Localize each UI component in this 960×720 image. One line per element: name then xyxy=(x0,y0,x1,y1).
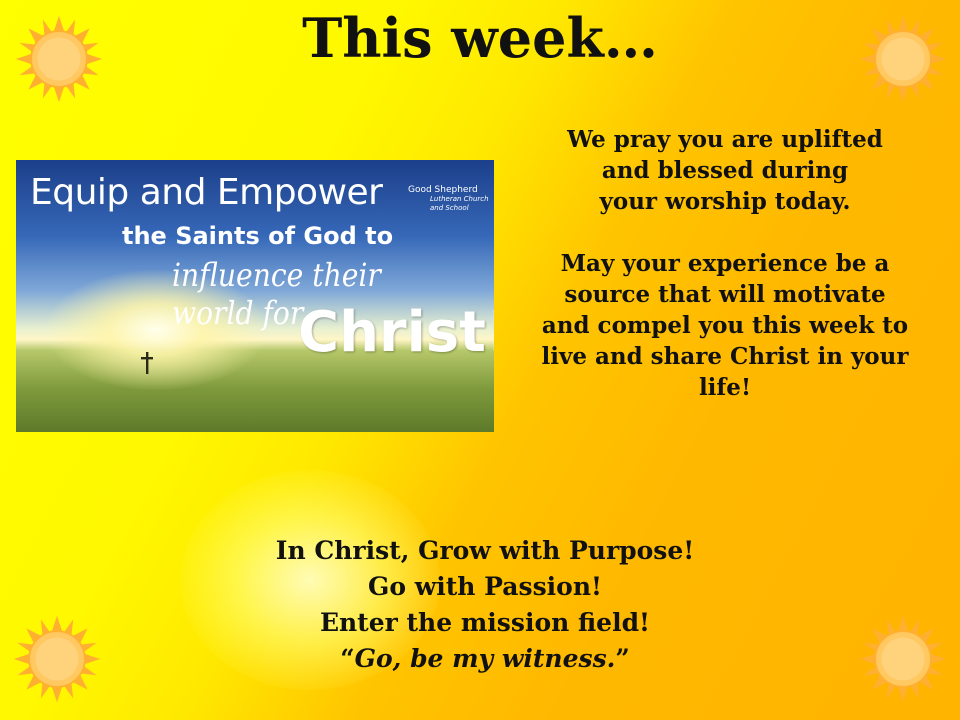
banner-line-2: the Saints of God to xyxy=(122,222,394,250)
message-block: We pray you are uplifted and blessed dur… xyxy=(505,124,945,403)
sun-icon xyxy=(859,615,947,703)
message-line: live and share Christ in your xyxy=(541,343,909,370)
message-line: your worship today. xyxy=(599,188,851,215)
message-line: and compel you this week to xyxy=(541,312,909,339)
church-logo: Good Shepherd Lutheran Church and School xyxy=(408,186,494,213)
banner-image: Equip and Empower the Saints of God to i… xyxy=(16,160,494,432)
message-line: May your experience be a xyxy=(560,250,890,277)
quote-open: “ xyxy=(340,644,355,673)
message-line: and blessed during xyxy=(601,157,849,184)
cross-icon xyxy=(141,352,153,374)
banner-line-4: Christ! xyxy=(298,300,494,365)
closing-quote: “Go, be my witness.” xyxy=(170,641,800,677)
quote-close: ” xyxy=(615,644,630,673)
closing-line-2: Go with Passion! xyxy=(368,572,602,601)
closing-line-1: In Christ, Grow with Purpose! xyxy=(275,536,695,565)
message-line: We pray you are uplifted xyxy=(567,126,883,153)
message-line: life! xyxy=(698,374,752,401)
sun-icon xyxy=(13,615,101,703)
closing-block: In Christ, Grow with Purpose! Go with Pa… xyxy=(170,533,800,677)
logo-subtitle: Lutheran Church and School xyxy=(430,195,489,212)
closing-line-3: Enter the mission field! xyxy=(319,608,651,637)
banner-line-1: Equip and Empower xyxy=(30,172,383,213)
message-line: source that will motivate xyxy=(564,281,886,308)
quote-text: Go, be my witness. xyxy=(354,644,616,673)
logo-name: Good Shepherd xyxy=(408,185,478,195)
slide-title: This week… xyxy=(302,6,658,70)
slide: This week… Equip and Empower the Saints … xyxy=(0,0,960,720)
